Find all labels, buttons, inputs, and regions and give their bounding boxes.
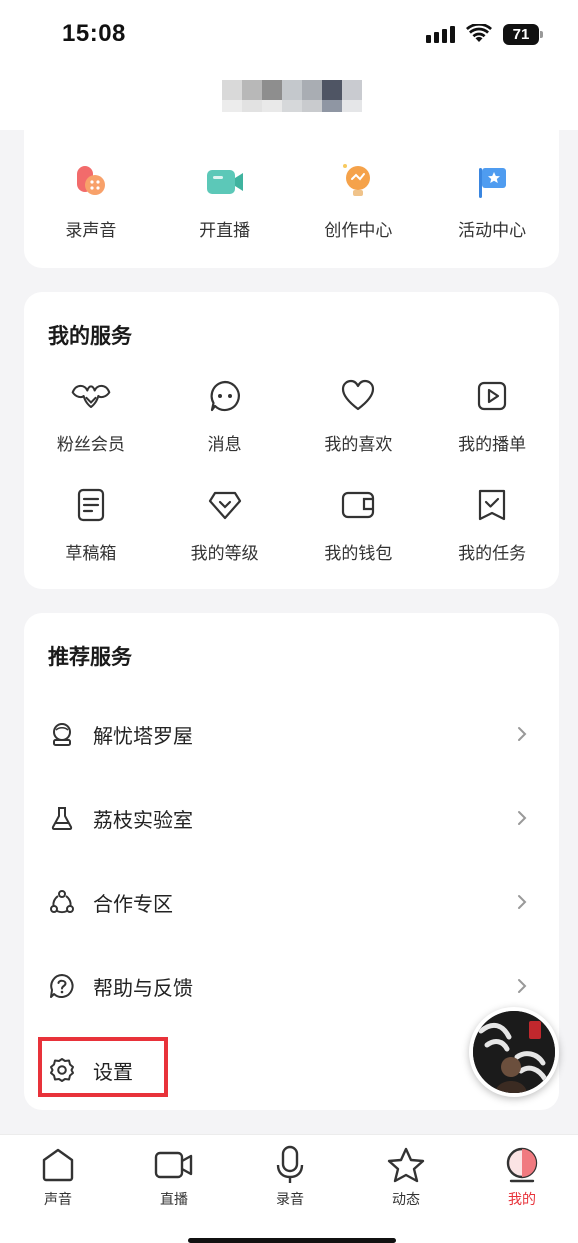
flask-icon (48, 804, 76, 832)
list-item-cooperation[interactable]: 合作专区 (24, 872, 559, 932)
quick-action-activity[interactable]: 活动中心 (425, 160, 559, 241)
recommended-services-title: 推荐服务 (48, 645, 132, 669)
my-services-card: 我的服务 粉丝会员 消息 我的喜欢 我的播单 草稿箱 我的等级 我的钱包 我的任… (24, 292, 559, 589)
activity-flag-icon (470, 160, 514, 204)
list-item-lab[interactable]: 荔枝实验室 (24, 788, 559, 848)
tab-live[interactable]: 直播 (116, 1143, 232, 1209)
tab-label: 我的 (508, 1192, 536, 1208)
service-level[interactable]: 我的等级 (158, 483, 292, 564)
list-item-label: 合作专区 (93, 891, 173, 916)
tab-label: 录音 (276, 1192, 304, 1208)
service-label: 粉丝会员 (56, 435, 125, 455)
tab-moments[interactable]: 动态 (348, 1143, 464, 1209)
draft-icon (69, 483, 113, 527)
quick-action-label: 开直播 (199, 221, 251, 241)
fan-club-icon (69, 374, 113, 418)
floating-player-bubble[interactable] (469, 1007, 559, 1097)
help-icon (48, 972, 76, 1000)
chevron-right-icon (518, 979, 527, 993)
settings-highlight-box (38, 1037, 168, 1097)
microphone-icon (268, 1143, 312, 1187)
record-voice-icon (69, 160, 113, 204)
my-services-row-2: 草稿箱 我的等级 我的钱包 我的任务 (24, 483, 559, 564)
star-icon (384, 1143, 428, 1187)
message-icon (203, 374, 247, 418)
service-likes[interactable]: 我的喜欢 (292, 374, 426, 455)
service-tasks[interactable]: 我的任务 (425, 483, 559, 564)
list-item-label: 解忧塔罗屋 (93, 723, 193, 748)
creator-bulb-icon (336, 160, 380, 204)
wifi-icon (466, 24, 492, 42)
home-icon (36, 1143, 80, 1187)
service-drafts[interactable]: 草稿箱 (24, 483, 158, 564)
service-label: 我的播单 (458, 435, 527, 455)
live-camera-icon (203, 160, 247, 204)
list-item-help[interactable]: 帮助与反馈 (24, 956, 559, 1016)
heart-icon (336, 374, 380, 418)
tab-mine[interactable]: 我的 (464, 1143, 578, 1209)
quick-action-record[interactable]: 录声音 (24, 160, 158, 241)
wallet-icon (336, 483, 380, 527)
tab-label: 动态 (392, 1192, 420, 1208)
tab-sound[interactable]: 声音 (0, 1143, 116, 1209)
my-services-title: 我的服务 (48, 324, 132, 348)
playlist-icon (470, 374, 514, 418)
quick-actions-grid: 录声音 开直播 创作中心 活动中心 (24, 160, 559, 241)
quick-action-label: 创作中心 (324, 221, 393, 241)
quick-action-label: 活动中心 (458, 221, 527, 241)
status-time: 15:08 (62, 20, 126, 47)
service-label: 消息 (207, 435, 242, 455)
quick-action-live[interactable]: 开直播 (158, 160, 292, 241)
service-label: 我的钱包 (324, 544, 393, 564)
list-item-label: 帮助与反馈 (93, 975, 193, 1000)
service-wallet[interactable]: 我的钱包 (292, 483, 426, 564)
service-playlist[interactable]: 我的播单 (425, 374, 559, 455)
tab-label: 直播 (160, 1192, 188, 1208)
home-indicator (188, 1238, 396, 1243)
service-label: 我的等级 (190, 544, 259, 564)
service-messages[interactable]: 消息 (158, 374, 292, 455)
quick-action-label: 录声音 (65, 221, 117, 241)
video-camera-icon (152, 1143, 196, 1187)
service-label: 我的任务 (458, 544, 527, 564)
service-fan-club[interactable]: 粉丝会员 (24, 374, 158, 455)
quick-action-creator[interactable]: 创作中心 (292, 160, 426, 241)
chevron-right-icon (518, 811, 527, 825)
floating-player-artwork (473, 1011, 555, 1093)
quick-actions-card: 录声音 开直播 创作中心 活动中心 (24, 112, 559, 268)
service-label: 草稿箱 (65, 544, 117, 564)
chevron-right-icon (518, 727, 527, 741)
chevron-right-icon (518, 895, 527, 909)
status-bar: 15:08 71 (0, 0, 578, 70)
cooperation-icon (48, 888, 76, 916)
list-item-tarot[interactable]: 解忧塔罗屋 (24, 704, 559, 764)
battery-indicator: 71 (503, 24, 543, 45)
tab-record[interactable]: 录音 (232, 1143, 348, 1209)
service-label: 我的喜欢 (324, 435, 393, 455)
profile-icon (500, 1143, 544, 1187)
tarot-icon (48, 720, 76, 748)
cellular-signal-icon (426, 26, 455, 43)
tab-label: 声音 (44, 1192, 72, 1208)
task-icon (470, 483, 514, 527)
my-services-row-1: 粉丝会员 消息 我的喜欢 我的播单 (24, 374, 559, 455)
level-diamond-icon (203, 483, 247, 527)
list-item-label: 荔枝实验室 (93, 807, 193, 832)
bottom-tab-bar: 声音 直播 录音 动态 我的 (0, 1134, 578, 1243)
